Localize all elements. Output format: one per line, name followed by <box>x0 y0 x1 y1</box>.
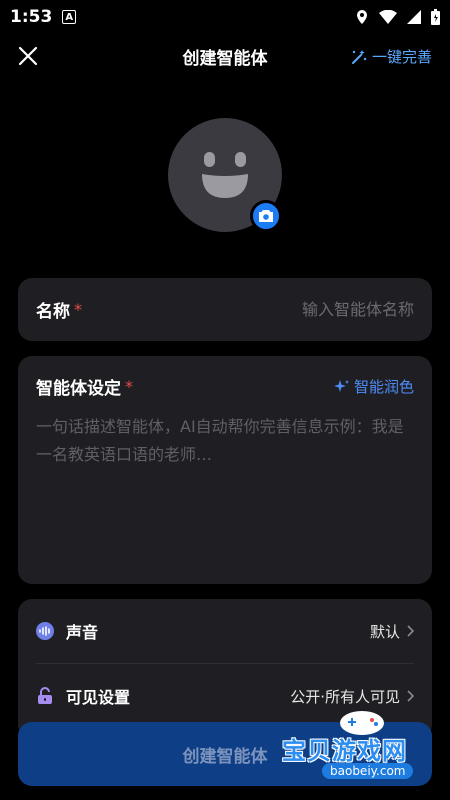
polish-label: 智能润色 <box>353 378 414 396</box>
signal-icon <box>407 10 421 24</box>
close-button[interactable] <box>14 42 42 70</box>
visibility-label: 可见设置 <box>66 688 131 707</box>
voice-value: 默认 <box>369 622 400 641</box>
visibility-row[interactable]: 可见设置 公开·所有人可见 <box>18 664 432 728</box>
lock-icon <box>36 687 54 705</box>
close-icon <box>18 46 38 66</box>
wifi-icon <box>379 10 397 24</box>
agent-setting-card: 智能体设定 * 智能润色 <box>18 356 432 584</box>
voice-label: 声音 <box>66 623 99 642</box>
create-agent-button[interactable]: 创建智能体 <box>18 722 432 786</box>
status-icons <box>355 9 440 25</box>
autocomplete-label: 一键完善 <box>371 48 432 66</box>
header: 创建智能体 一键完善 <box>0 34 450 78</box>
required-mark: * <box>125 377 133 396</box>
page-title: 创建智能体 <box>182 48 268 69</box>
camera-icon <box>259 210 273 222</box>
battery-icon <box>431 9 440 25</box>
setting-textarea[interactable] <box>36 413 414 563</box>
chevron-right-icon <box>407 625 414 637</box>
status-bar: 1:53 A <box>0 0 450 34</box>
voice-row[interactable]: 声音 默认 <box>18 599 432 663</box>
sparkle-icon <box>333 379 349 392</box>
voice-icon <box>36 622 54 640</box>
visibility-value: 公开·所有人可见 <box>290 687 400 706</box>
polish-button[interactable]: 智能润色 <box>333 376 414 397</box>
avatar-picker[interactable] <box>168 118 282 232</box>
name-label: 名称 <box>36 302 70 322</box>
required-mark: * <box>74 300 82 319</box>
status-time: 1:53 <box>10 7 53 27</box>
chevron-right-icon <box>407 690 414 702</box>
options-card: 声音 默认 可见设置 公开·所有人可见 <box>18 599 432 739</box>
autocomplete-button[interactable]: 一键完善 <box>350 46 432 67</box>
setting-label: 智能体设定 <box>36 379 121 399</box>
name-card: 名称 * <box>18 278 432 341</box>
notification-icon: A <box>62 10 77 24</box>
camera-button[interactable] <box>250 200 282 232</box>
location-icon <box>357 10 367 24</box>
name-input[interactable] <box>234 300 414 319</box>
magic-wand-icon <box>351 49 367 64</box>
